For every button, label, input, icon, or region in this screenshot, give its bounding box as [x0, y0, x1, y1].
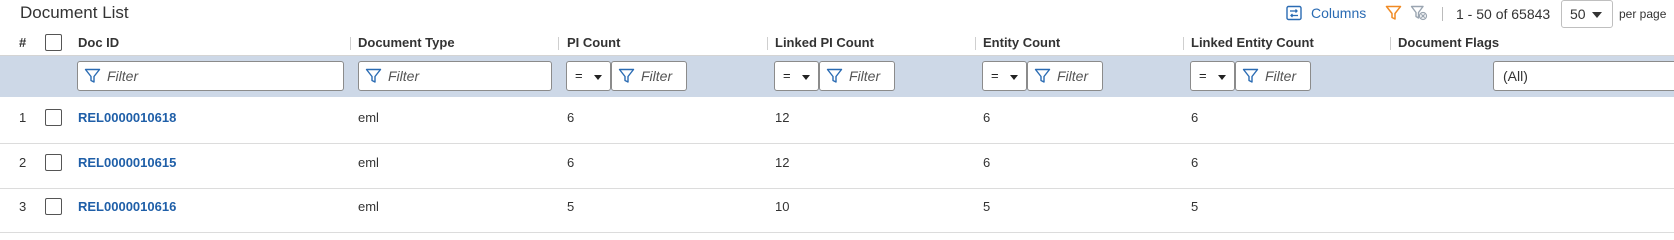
filter-icon — [365, 68, 382, 83]
filter-icon — [618, 68, 635, 83]
pi-count-operator-select[interactable]: = — [566, 61, 611, 91]
filter-placeholder: Filter — [388, 68, 420, 84]
columns-label: Columns — [1311, 5, 1367, 21]
page-size-value: 50 — [1570, 6, 1586, 22]
linked-entity-count-cell: 6 — [1191, 155, 1199, 170]
document-type-cell: eml — [358, 199, 379, 214]
column-resize-handle[interactable] — [558, 37, 559, 50]
doc-id-link[interactable]: REL0000010615 — [78, 155, 176, 170]
operator-value: = — [991, 68, 999, 83]
column-header-number: # — [19, 35, 27, 50]
column-resize-handle[interactable] — [767, 37, 768, 50]
pi-count-cell: 5 — [567, 199, 575, 214]
filter-icon — [84, 68, 101, 83]
linked-entity-count-cell: 5 — [1191, 199, 1199, 214]
linked-pi-count-cell: 12 — [775, 155, 790, 170]
column-header-document-flags[interactable]: Document Flags — [1398, 35, 1499, 50]
table-row[interactable]: 3 REL0000010616 eml 5 10 5 5 — [0, 186, 1674, 233]
filter-icon — [1034, 68, 1051, 83]
document-type-filter-input[interactable]: Filter — [358, 61, 552, 91]
column-header-linked-entity-count[interactable]: Linked Entity Count — [1191, 35, 1314, 50]
filter-placeholder: Filter — [641, 68, 673, 84]
chevron-down-icon — [594, 75, 602, 80]
column-header-linked-pi-count[interactable]: Linked PI Count — [775, 35, 874, 50]
filter-placeholder: Filter — [849, 68, 881, 84]
per-page-label: per page — [1619, 7, 1667, 21]
flags-filter-value: (All) — [1503, 68, 1528, 84]
pi-count-cell: 6 — [567, 155, 575, 170]
entity-count-filter-input[interactable]: Filter — [1027, 61, 1103, 91]
chevron-down-icon — [1592, 12, 1602, 18]
page-title: Document List — [20, 3, 129, 22]
linked-pi-count-filter-input[interactable]: Filter — [819, 61, 895, 91]
operator-value: = — [1199, 68, 1207, 83]
document-type-cell: eml — [358, 155, 379, 170]
linked-pi-count-operator-select[interactable]: = — [774, 61, 819, 91]
filter-icon — [1242, 68, 1259, 83]
clear-filter-icon[interactable] — [1410, 5, 1428, 21]
toolbar: Document List Columns 1 - 50 of 65843 50… — [0, 0, 1674, 30]
pi-count-cell: 6 — [567, 110, 575, 125]
columns-button[interactable]: Columns — [1286, 5, 1366, 21]
chevron-down-icon — [1218, 75, 1226, 80]
chevron-down-icon — [1010, 75, 1018, 80]
entity-count-cell: 6 — [983, 155, 991, 170]
operator-value: = — [783, 68, 791, 83]
linked-entity-count-operator-select[interactable]: = — [1190, 61, 1235, 91]
filter-placeholder: Filter — [1265, 68, 1297, 84]
column-resize-handle[interactable] — [1183, 37, 1184, 50]
toolbar-divider — [1442, 7, 1443, 21]
row-number: 1 — [19, 110, 27, 125]
doc-id-link[interactable]: REL0000010618 — [78, 110, 176, 125]
document-flags-filter-select[interactable]: (All) — [1493, 61, 1674, 91]
row-number: 3 — [19, 199, 27, 214]
select-all-checkbox[interactable] — [45, 34, 62, 51]
table-row[interactable]: 2 REL0000010615 eml 6 12 6 6 — [0, 142, 1674, 189]
column-header-document-type[interactable]: Document Type — [358, 35, 455, 50]
entity-count-cell: 5 — [983, 199, 991, 214]
row-number: 2 — [19, 155, 27, 170]
column-resize-handle[interactable] — [975, 37, 976, 50]
linked-pi-count-cell: 12 — [775, 110, 790, 125]
filter-icon[interactable] — [1385, 5, 1402, 21]
filter-placeholder: Filter — [1057, 68, 1089, 84]
column-header-row: # Doc ID Document Type PI Count Linked P… — [0, 30, 1674, 56]
doc-id-link[interactable]: REL0000010616 — [78, 199, 176, 214]
linked-entity-count-filter-input[interactable]: Filter — [1235, 61, 1311, 91]
filter-row: Filter Filter = Filter = Filter = Filter… — [0, 56, 1674, 97]
row-checkbox[interactable] — [45, 154, 62, 171]
linked-pi-count-cell: 10 — [775, 199, 790, 214]
entity-count-cell: 6 — [983, 110, 991, 125]
columns-icon — [1286, 5, 1302, 21]
document-type-cell: eml — [358, 110, 379, 125]
column-header-doc-id[interactable]: Doc ID — [78, 35, 119, 50]
entity-count-operator-select[interactable]: = — [982, 61, 1027, 91]
row-checkbox[interactable] — [45, 198, 62, 215]
column-resize-handle[interactable] — [350, 37, 351, 50]
table-row[interactable]: 1 REL0000010618 eml 6 12 6 6 — [0, 97, 1674, 144]
column-header-entity-count[interactable]: Entity Count — [983, 35, 1060, 50]
row-checkbox[interactable] — [45, 109, 62, 126]
linked-entity-count-cell: 6 — [1191, 110, 1199, 125]
pi-count-filter-input[interactable]: Filter — [611, 61, 687, 91]
filter-placeholder: Filter — [107, 68, 139, 84]
operator-value: = — [575, 68, 583, 83]
doc-id-filter-input[interactable]: Filter — [77, 61, 344, 91]
column-header-pi-count[interactable]: PI Count — [567, 35, 620, 50]
chevron-down-icon — [802, 75, 810, 80]
pagination-range: 1 - 50 of 65843 — [1456, 6, 1551, 22]
column-resize-handle[interactable] — [1390, 37, 1391, 50]
filter-icon — [826, 68, 843, 83]
page-size-select[interactable]: 50 — [1561, 0, 1613, 28]
